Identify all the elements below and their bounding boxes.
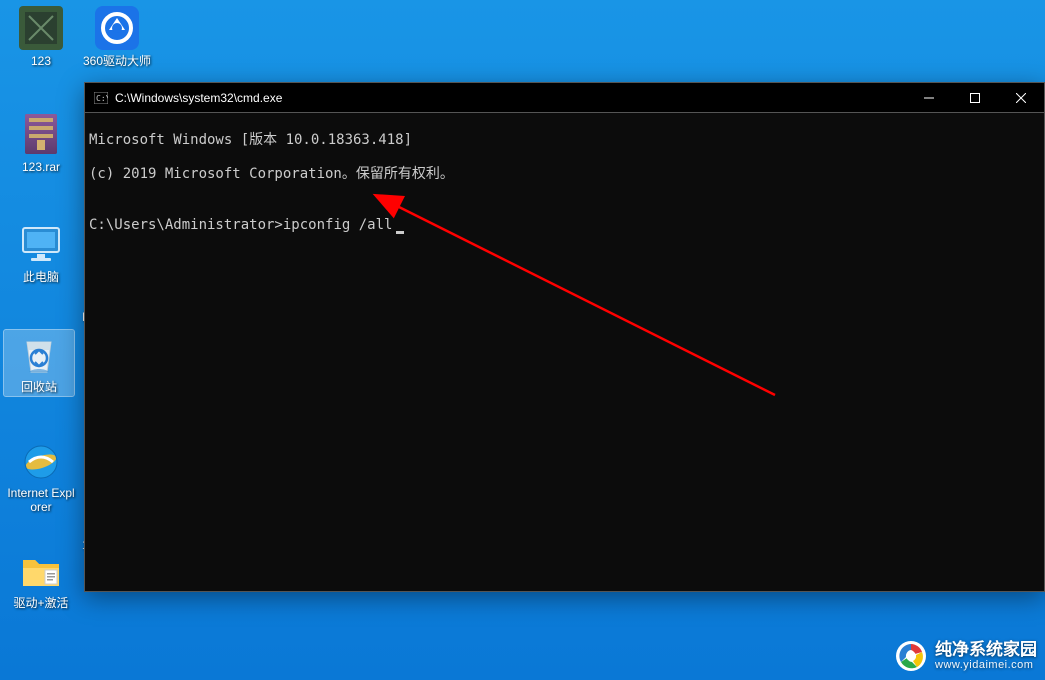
driver-app-icon bbox=[95, 6, 139, 50]
desktop-icon-123rar[interactable]: 123.rar bbox=[6, 112, 76, 174]
desktop-icon-label: 驱动+激活 bbox=[13, 596, 68, 610]
desktop-icon-label: 360驱动大师 bbox=[83, 54, 151, 68]
cmd-terminal[interactable]: Microsoft Windows [版本 10.0.18363.418] (c… bbox=[85, 113, 1044, 591]
desktop-icon-this-pc[interactable]: 此电脑 bbox=[6, 222, 76, 284]
maximize-button[interactable] bbox=[952, 83, 998, 113]
desktop-icon-label: 123 bbox=[31, 54, 51, 68]
cmd-output-line: Microsoft Windows [版本 10.0.18363.418] bbox=[89, 132, 1040, 149]
minimize-icon bbox=[924, 93, 934, 103]
desktop-icon-recycle-bin[interactable]: 回收站 bbox=[4, 330, 74, 396]
cmd-prompt: C:\Users\Administrator> bbox=[89, 217, 283, 233]
close-icon bbox=[1016, 93, 1026, 103]
this-pc-icon bbox=[19, 222, 63, 266]
titlebar[interactable]: C:\ C:\Windows\system32\cmd.exe bbox=[85, 83, 1044, 113]
cmd-cursor bbox=[396, 231, 404, 234]
desktop-icon-123[interactable]: 123 bbox=[6, 6, 76, 68]
window-title: C:\Windows\system32\cmd.exe bbox=[115, 91, 906, 105]
archive-icon bbox=[19, 112, 63, 156]
cmd-input-text: ipconfig /all bbox=[283, 217, 393, 233]
recycle-bin-icon bbox=[17, 332, 61, 376]
minimize-button[interactable] bbox=[906, 83, 952, 113]
app-icon bbox=[19, 6, 63, 50]
desktop-icon-360driver[interactable]: 360驱动大师 bbox=[82, 6, 152, 68]
desktop-icon-label: 回收站 bbox=[21, 380, 57, 394]
desktop-icon-label: 123.rar bbox=[22, 160, 60, 174]
close-button[interactable] bbox=[998, 83, 1044, 113]
svg-text:C:\: C:\ bbox=[96, 94, 108, 103]
desktop-icon-label: Internet Explorer bbox=[6, 486, 76, 515]
cmd-icon: C:\ bbox=[93, 90, 109, 106]
desktop-icon-driver-activate[interactable]: 驱动+激活 bbox=[6, 548, 76, 610]
annotation-arrow bbox=[85, 113, 1044, 591]
maximize-icon bbox=[970, 93, 980, 103]
ie-icon bbox=[19, 438, 63, 482]
desktop-icon-label: 此电脑 bbox=[23, 270, 59, 284]
cmd-prompt-line: C:\Users\Administrator>ipconfig /all bbox=[89, 217, 1040, 234]
desktop-icon-ie[interactable]: Internet Explorer bbox=[6, 438, 76, 515]
cmd-output-line: (c) 2019 Microsoft Corporation。保留所有权利。 bbox=[89, 166, 1040, 183]
cmd-window: C:\ C:\Windows\system32\cmd.exe Microsof… bbox=[84, 82, 1045, 592]
folder-icon bbox=[19, 548, 63, 592]
